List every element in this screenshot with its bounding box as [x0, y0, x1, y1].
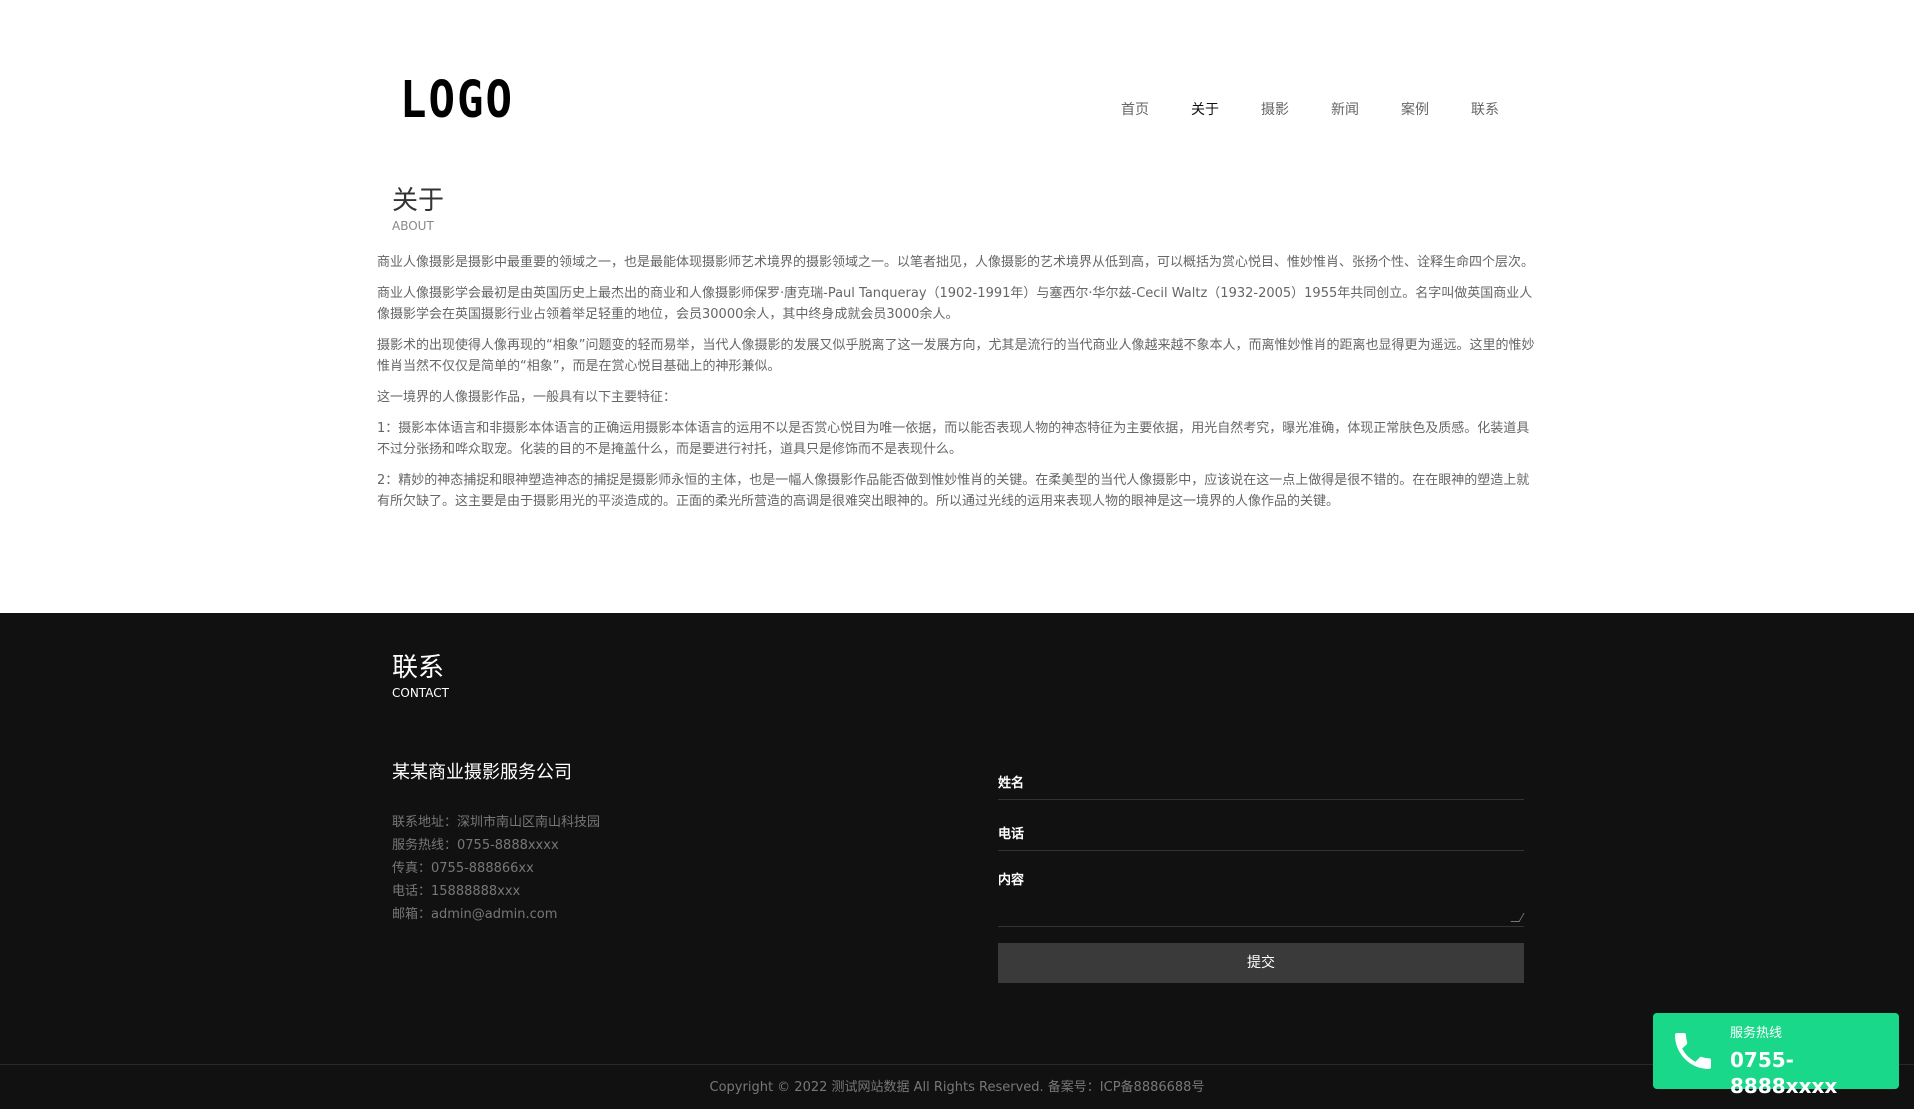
nav-item-news[interactable]: 新闻: [1310, 100, 1380, 120]
phone-field[interactable]: 电话: [998, 814, 1524, 851]
contact-email[interactable]: 邮箱：admin@admin.com: [392, 903, 600, 926]
contact-footer: 联系 CONTACT 某某商业摄影服务公司 联系地址：深圳市南山区南山科技园 服…: [0, 613, 1914, 1109]
phone-icon: [1669, 1027, 1717, 1079]
name-field-label: 姓名: [998, 775, 1025, 791]
about-content: 商业人像摄影是摄影中最重要的领域之一，也是最能体现摄影师艺术境界的摄影领域之一。…: [377, 252, 1535, 522]
main-nav: 首页 关于 摄影 新闻 案例 联系: [1100, 100, 1520, 120]
about-paragraph: 摄影术的出现使得人像再现的“相象”问题变的轻而易举，当代人像摄影的发展又似乎脱离…: [377, 338, 1535, 374]
hotline-number: 0755-8888xxxx: [1730, 1048, 1838, 1098]
nav-item-cases[interactable]: 案例: [1380, 100, 1450, 120]
contact-title: 联系: [392, 653, 445, 683]
site-logo[interactable]: LOGO: [400, 75, 514, 127]
about-paragraph: 商业人像摄影学会最初是由英国历史上最杰出的商业和人像摄影师保罗·唐克瑞-Paul…: [377, 286, 1533, 322]
about-paragraph: 1：摄影本体语言和非摄影本体语言的正确运用摄影本体语言的运用不以是否赏心悦目为唯…: [377, 421, 1530, 457]
about-subtitle: ABOUT: [392, 219, 434, 233]
about-paragraph: 商业人像摄影是摄影中最重要的领域之一，也是最能体现摄影师艺术境界的摄影领域之一。…: [377, 255, 1535, 270]
contact-hotline: 服务热线：0755-8888xxxx: [392, 838, 559, 853]
hotline-label: 服务热线: [1730, 1026, 1783, 1041]
contact-info: 联系地址：深圳市南山区南山科技园 服务热线：0755-8888xxxx 传真：0…: [392, 811, 600, 926]
company-name: 某某商业摄影服务公司: [392, 762, 572, 783]
submit-button[interactable]: 提交: [998, 943, 1524, 983]
phone-field-label: 电话: [998, 826, 1025, 842]
nav-item-about[interactable]: 关于: [1170, 100, 1240, 120]
about-title: 关于: [392, 186, 445, 216]
about-paragraph: 这一境界的人像摄影作品，一般具有以下主要特征：: [377, 390, 677, 405]
contact-form: 姓名 电话 内容 提交: [998, 763, 1525, 983]
content-textarea[interactable]: 内容: [998, 865, 1525, 927]
content-field-label: 内容: [998, 873, 1025, 888]
nav-item-photography[interactable]: 摄影: [1240, 100, 1310, 120]
name-field[interactable]: 姓名: [998, 763, 1524, 800]
about-paragraph: 2：精妙的神态捕捉和眼神塑造神态的捕捉是摄影师永恒的主体，也是一幅人像摄影作品能…: [377, 473, 1530, 509]
nav-item-contact[interactable]: 联系: [1450, 100, 1520, 120]
contact-subtitle: CONTACT: [392, 686, 449, 700]
copyright-text: Copyright © 2022 测试网站数据 All Rights Reser…: [0, 1064, 1914, 1110]
contact-fax: 传真：0755-888866xx: [392, 861, 534, 876]
contact-phone: 电话：15888888xxx: [392, 884, 521, 899]
nav-item-home[interactable]: 首页: [1100, 100, 1170, 120]
hotline-widget[interactable]: 服务热线 0755-8888xxxx: [1653, 1013, 1899, 1098]
resize-handle-icon[interactable]: [1510, 913, 1525, 922]
contact-address: 联系地址：深圳市南山区南山科技园: [392, 815, 601, 830]
